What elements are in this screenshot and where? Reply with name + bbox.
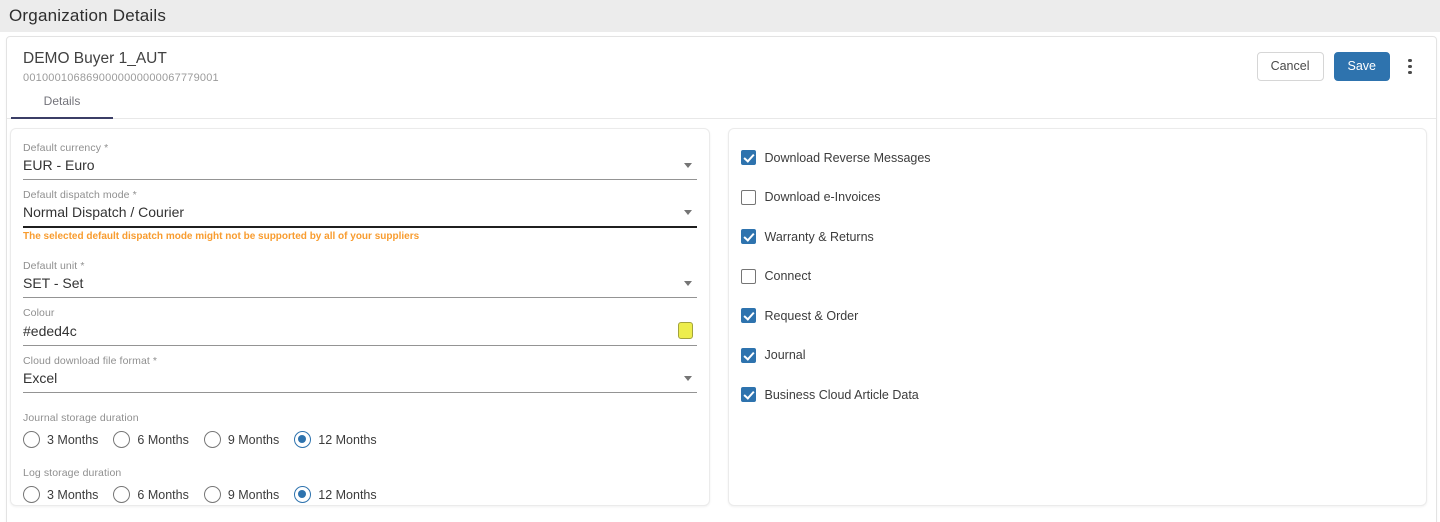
dispatch-mode-warning: The selected default dispatch mode might… <box>23 231 420 242</box>
colour-input[interactable]: #eded4c <box>23 319 697 346</box>
radio-icon <box>203 486 221 503</box>
radio-icon <box>294 431 312 448</box>
default-currency-select[interactable]: EUR - Euro <box>23 154 697 180</box>
checkbox-icon <box>740 387 756 402</box>
checkbox-icon <box>740 229 756 244</box>
field-value: EUR - Euro <box>23 157 95 173</box>
radio-journal-3-months[interactable]: 3 Months <box>23 431 98 448</box>
field-cloud-download-format: Cloud download file format * Excel <box>23 355 697 393</box>
radio-icon <box>203 431 221 448</box>
chevron-down-icon <box>683 280 692 286</box>
colour-swatch[interactable] <box>677 322 693 339</box>
modules-panel: Download Reverse Messages Download e-Inv… <box>727 128 1427 506</box>
checkbox-icon <box>740 308 756 323</box>
log-storage-duration-group: Log storage duration 3 Months 6 Months 9… <box>23 467 697 503</box>
card-header: DEMO Buyer 1_AUT 00100010686900000000000… <box>7 37 1436 90</box>
radio-row: 3 Months 6 Months 9 Months 12 Months <box>23 486 697 503</box>
cancel-button[interactable]: Cancel <box>1256 52 1324 81</box>
default-dispatch-mode-select[interactable]: Normal Dispatch / Courier <box>23 201 697 228</box>
field-default-dispatch-mode: Default dispatch mode * Normal Dispatch … <box>23 189 697 251</box>
checkbox-icon <box>740 268 756 284</box>
radio-log-3-months[interactable]: 3 Months <box>23 486 98 503</box>
group-label: Journal storage duration <box>23 412 139 424</box>
card-actions: Cancel Save <box>1256 52 1420 81</box>
radio-log-12-months[interactable]: 12 Months <box>294 486 377 503</box>
radio-log-9-months[interactable]: 9 Months <box>203 486 279 503</box>
field-value: Normal Dispatch / Courier <box>23 204 185 220</box>
chevron-down-icon <box>683 209 692 215</box>
settings-panel: Default currency * EUR - Euro Default di… <box>10 128 710 506</box>
card-titles: DEMO Buyer 1_AUT 00100010686900000000000… <box>23 50 219 84</box>
field-default-currency: Default currency * EUR - Euro <box>23 142 697 180</box>
field-value: Excel <box>23 370 58 386</box>
radio-journal-12-months[interactable]: 12 Months <box>294 431 377 448</box>
field-value: SET - Set <box>23 275 84 291</box>
chevron-down-icon <box>683 162 692 168</box>
organization-name: DEMO Buyer 1_AUT <box>23 50 167 67</box>
card-content: Default currency * EUR - Euro Default di… <box>7 119 1436 506</box>
journal-checkbox[interactable]: Journal <box>740 347 1415 363</box>
organization-card: DEMO Buyer 1_AUT 00100010686900000000000… <box>6 36 1437 522</box>
cloud-download-format-select[interactable]: Excel <box>23 367 697 393</box>
business-cloud-article-data-checkbox[interactable]: Business Cloud Article Data <box>740 387 1415 402</box>
field-label: Default dispatch mode * <box>23 189 137 201</box>
group-label: Log storage duration <box>23 467 122 479</box>
tab-details-label: Details <box>43 94 81 108</box>
page-title: Organization Details <box>9 6 167 25</box>
radio-journal-9-months[interactable]: 9 Months <box>203 431 279 448</box>
radio-row: 3 Months 6 Months 9 Months 12 Months <box>23 431 697 448</box>
field-label: Colour <box>23 307 55 319</box>
field-colour: Colour #eded4c <box>23 307 697 346</box>
save-button[interactable]: Save <box>1333 52 1390 81</box>
field-label: Default unit * <box>23 260 85 272</box>
radio-icon <box>113 486 131 503</box>
warranty-returns-checkbox[interactable]: Warranty & Returns <box>740 229 1415 244</box>
download-e-invoices-checkbox[interactable]: Download e-Invoices <box>740 189 1415 205</box>
default-unit-select[interactable]: SET - Set <box>23 272 697 298</box>
organization-id: 0010001068690000000000067779001 <box>23 72 219 84</box>
radio-log-6-months[interactable]: 6 Months <box>113 486 189 503</box>
field-default-unit: Default unit * SET - Set <box>23 260 697 298</box>
field-label: Cloud download file format * <box>23 355 158 367</box>
kebab-menu-icon[interactable] <box>1400 54 1420 78</box>
tab-bar: Details <box>7 90 1436 119</box>
tab-details[interactable]: Details <box>11 90 113 119</box>
chevron-down-icon <box>683 375 692 381</box>
journal-storage-duration-group: Journal storage duration 3 Months 6 Mont… <box>23 412 697 448</box>
request-order-checkbox[interactable]: Request & Order <box>740 308 1415 323</box>
page-header: Organization Details <box>0 0 1440 32</box>
radio-icon <box>113 431 131 448</box>
download-reverse-messages-checkbox[interactable]: Download Reverse Messages <box>740 150 1415 165</box>
checkbox-icon <box>740 189 756 205</box>
checkbox-icon <box>740 347 756 363</box>
connect-checkbox[interactable]: Connect <box>740 268 1415 284</box>
radio-icon <box>294 486 312 503</box>
checkbox-icon <box>740 150 756 165</box>
field-value: #eded4c <box>23 322 77 339</box>
radio-journal-6-months[interactable]: 6 Months <box>113 431 189 448</box>
radio-icon <box>23 431 40 448</box>
field-label: Default currency * <box>23 142 109 154</box>
radio-icon <box>23 486 40 503</box>
